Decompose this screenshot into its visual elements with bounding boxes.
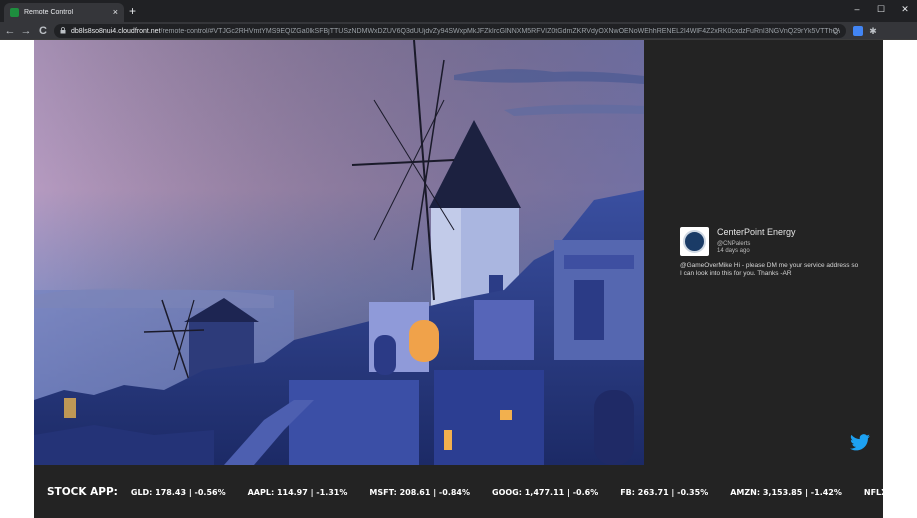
stock-ticker: STOCK APP: GLD: 178.43 | -0.56% AAPL: 11… [34, 465, 883, 518]
tweet-author-handle: @CNPalerts [717, 241, 751, 247]
new-tab-button[interactable]: + [129, 4, 136, 18]
address-bar[interactable]: db8ls8so8nui4.cloudfront.net /remote-con… [54, 24, 846, 38]
browser-tab[interactable]: Remote Control × [4, 3, 124, 22]
page: CenterPoint Energy @CNPalerts 14 days ag… [0, 40, 917, 518]
santorini-windmill-photo [34, 40, 644, 465]
extensions-puzzle-icon[interactable]: ✱ [868, 26, 878, 36]
bookmark-star-icon[interactable]: ☆ [832, 24, 840, 38]
ticker-title: STOCK APP: [47, 486, 118, 498]
close-window-button[interactable]: ✕ [897, 2, 913, 16]
url-host: db8ls8so8nui4.cloudfront.net [71, 27, 161, 35]
forward-arrow-icon[interactable]: → [20, 23, 32, 39]
ticker-item-nflx: NFLX: 515.29 [863, 488, 883, 497]
twitter-bird-icon [850, 434, 870, 451]
maximize-button[interactable]: ☐ [873, 2, 889, 16]
tweet-timestamp: 14 days ago [717, 248, 750, 254]
ticker-item-msft: MSFT: 208.61 | -0.84% [369, 488, 471, 497]
reload-icon[interactable]: C [37, 23, 49, 39]
ticker-item-aapl: AAPL: 114.97 | -1.31% [247, 488, 348, 497]
remote-control-favicon-icon [10, 8, 19, 17]
tab-title: Remote Control [24, 9, 74, 16]
tweet-avatar [680, 227, 709, 256]
centerpoint-logo-icon [683, 230, 706, 253]
url-path: /remote-control/#VTJGc2RHVmtYMS9EQlZGa0l… [160, 27, 840, 35]
ticker-line: STOCK APP: GLD: 178.43 | -0.56% AAPL: 11… [47, 486, 883, 498]
browser-toolbar: ← → C db8ls8so8nui4.cloudfront.net /remo… [0, 22, 917, 59]
back-arrow-icon[interactable]: ← [4, 23, 16, 39]
ticker-item-gld: GLD: 178.43 | -0.56% [130, 488, 226, 497]
extension-icon[interactable] [853, 26, 863, 36]
ticker-item-fb: FB: 263.71 | -0.35% [620, 488, 709, 497]
browser-tabstrip: Remote Control × + – ☐ ✕ [0, 0, 917, 22]
remote-display: CenterPoint Energy @CNPalerts 14 days ag… [34, 40, 883, 518]
ticker-item-amzn: AMZN: 3,153.85 | -1.42% [730, 488, 842, 497]
lock-icon [60, 26, 66, 36]
ticker-item-goog: GOOG: 1,477.11 | -0.6% [492, 488, 599, 497]
tweet-text: @GameOverMike Hi - please DM me your ser… [680, 262, 859, 277]
tab-close-button[interactable]: × [113, 8, 118, 17]
tweet-author-name: CenterPoint Energy [717, 227, 796, 237]
minimize-button[interactable]: – [849, 2, 865, 16]
